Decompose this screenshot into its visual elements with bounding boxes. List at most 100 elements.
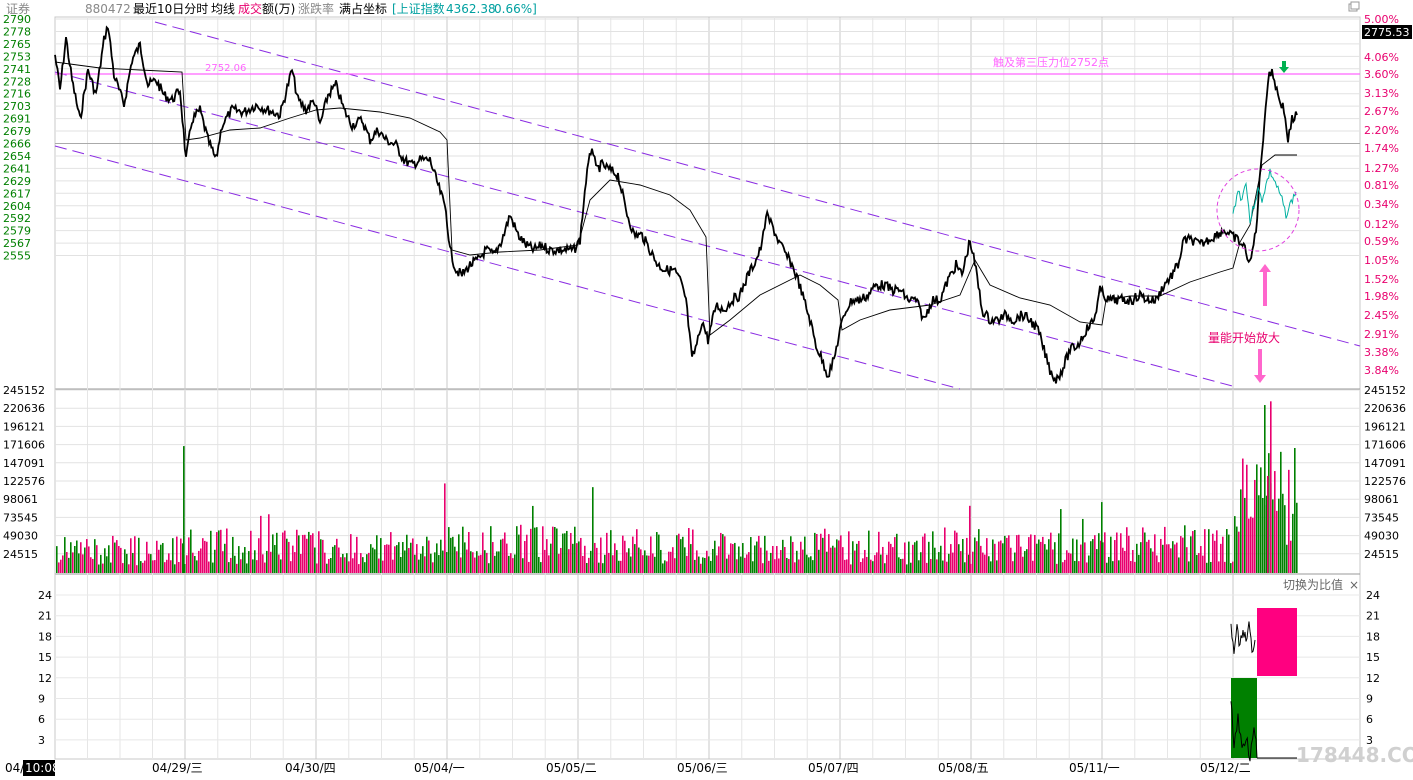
volume-bar bbox=[200, 548, 202, 573]
volume-bar bbox=[846, 559, 848, 573]
volume-bar bbox=[1228, 534, 1230, 573]
volume-tick-label: 220636 bbox=[3, 402, 45, 415]
volume-bar bbox=[70, 542, 72, 573]
index-overlay-line bbox=[1232, 168, 1297, 224]
volume-bar bbox=[1202, 555, 1204, 573]
volume-bar bbox=[1020, 546, 1022, 573]
volume-bar bbox=[400, 556, 402, 573]
volume-bar bbox=[1182, 537, 1184, 573]
volume-bar bbox=[600, 537, 602, 573]
volume-bar bbox=[1062, 562, 1064, 573]
volume-bar bbox=[1248, 518, 1250, 573]
volume-bar bbox=[1190, 536, 1192, 573]
volume-bar bbox=[60, 559, 62, 573]
ratio-line-upper bbox=[1230, 621, 1256, 654]
volume-bar bbox=[614, 543, 616, 573]
volume-bar bbox=[904, 542, 906, 573]
volume-bar bbox=[738, 546, 740, 573]
volume-tick-label: 147091 bbox=[3, 457, 45, 470]
volume-bar bbox=[388, 544, 390, 573]
toggle-ratio-button[interactable]: 切换为比值 bbox=[1283, 577, 1343, 592]
volume-bar bbox=[992, 539, 994, 573]
volume-bar bbox=[794, 562, 796, 573]
volume-label-a[interactable]: 成交 bbox=[238, 1, 262, 16]
close-icon[interactable]: × bbox=[1349, 578, 1359, 592]
volume-bar bbox=[486, 552, 488, 573]
volume-bar bbox=[780, 550, 782, 573]
change-rate-label[interactable]: 涨跌率 bbox=[298, 1, 334, 16]
volume-bar bbox=[464, 542, 466, 573]
volume-bar bbox=[724, 536, 726, 573]
volume-bar bbox=[424, 556, 426, 573]
volume-bar bbox=[1008, 535, 1010, 573]
volume-bar bbox=[938, 552, 940, 573]
avg-line-label[interactable]: 均线 bbox=[211, 2, 235, 16]
volume-bar bbox=[606, 532, 608, 573]
volume-bar bbox=[1002, 543, 1004, 573]
volume-bar bbox=[852, 541, 854, 573]
volume-bar bbox=[222, 551, 224, 573]
volume-bar bbox=[786, 557, 788, 573]
volume-bar bbox=[212, 562, 214, 573]
volume-bar bbox=[1256, 464, 1258, 573]
down-arrow-icon bbox=[1254, 349, 1266, 383]
volume-bar bbox=[686, 555, 688, 573]
price-tick-label: 2728 bbox=[3, 75, 31, 88]
volume-bar bbox=[430, 553, 432, 573]
volume-bar bbox=[268, 514, 270, 573]
volume-bar bbox=[210, 530, 212, 573]
percent-tick-label: 1.52% bbox=[1364, 273, 1399, 286]
volume-bar bbox=[1216, 530, 1218, 573]
volume-label-b[interactable]: 额(万) bbox=[262, 2, 295, 16]
volume-bar bbox=[310, 535, 312, 573]
price-tick-label: 2778 bbox=[3, 25, 31, 38]
volume-bar bbox=[858, 540, 860, 573]
volume-bar bbox=[478, 555, 480, 573]
volume-bar bbox=[258, 538, 260, 573]
volume-bar bbox=[584, 545, 586, 573]
volume-bar bbox=[118, 546, 120, 573]
volume-bar bbox=[560, 547, 562, 573]
volume-bar bbox=[320, 539, 322, 573]
volume-bar bbox=[898, 557, 900, 573]
volume-bar bbox=[542, 526, 544, 573]
volume-bars bbox=[56, 401, 1298, 573]
volume-bar bbox=[910, 562, 912, 573]
ratio-tick-label: 3 bbox=[38, 734, 45, 747]
volume-bar bbox=[64, 537, 66, 573]
restore-icon[interactable] bbox=[1348, 1, 1360, 12]
intraday-chart: 证券 880472 最近10日分时 均线 成交 额(万) 涨跌率 满占坐标 [上… bbox=[3, 1, 1413, 776]
volume-bar bbox=[832, 545, 834, 573]
volume-bar bbox=[68, 557, 70, 573]
volume-bar bbox=[670, 551, 672, 573]
volume-bar bbox=[696, 550, 698, 573]
date-label: 05/08/五 bbox=[938, 761, 989, 775]
volume-bar bbox=[664, 560, 666, 573]
volume-bar bbox=[476, 551, 478, 573]
volume-bar bbox=[626, 552, 628, 573]
volume-bar bbox=[178, 561, 180, 573]
volume-bar bbox=[316, 563, 318, 573]
volume-bar bbox=[1174, 544, 1176, 573]
volume-bar bbox=[1212, 533, 1214, 573]
volume-bar bbox=[550, 543, 552, 573]
volume-tick-label: 98061 bbox=[1364, 493, 1399, 506]
price-tick-label: 2604 bbox=[3, 200, 31, 213]
volume-bar bbox=[728, 554, 730, 573]
volume-bar bbox=[998, 541, 1000, 573]
volume-bar bbox=[1024, 551, 1026, 573]
volume-bar bbox=[694, 559, 696, 573]
volume-bar bbox=[556, 528, 558, 573]
volume-bar bbox=[678, 533, 680, 573]
full-coordinate-label[interactable]: 满占坐标 bbox=[339, 1, 387, 16]
volume-bar bbox=[136, 565, 138, 573]
volume-bar bbox=[522, 558, 524, 573]
volume-bar bbox=[288, 541, 290, 573]
volume-bar bbox=[826, 551, 828, 573]
volume-bar bbox=[1086, 562, 1088, 573]
volume-bar bbox=[676, 535, 678, 573]
price-tick-label: 2567 bbox=[3, 237, 31, 250]
volume-bar bbox=[1154, 534, 1156, 573]
volume-bar bbox=[666, 561, 668, 573]
volume-bar bbox=[524, 541, 526, 573]
